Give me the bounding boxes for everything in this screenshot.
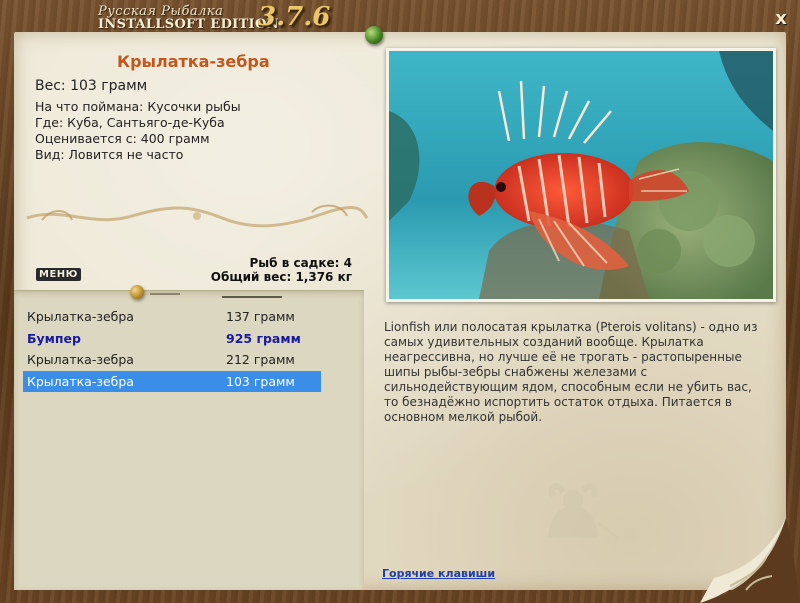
fish-kind: Вид: Ловится не часто	[35, 147, 184, 162]
keepnet-summary: Рыб в садке: 4 Общий вес: 1,376 кг	[211, 256, 352, 284]
keepnet-total-weight: Общий вес: 1,376 кг	[210, 270, 352, 284]
catch-name: Крылатка-зебра	[27, 309, 134, 324]
version-number: 3.7.6	[258, 2, 331, 32]
catch-name: Крылатка-зебра	[27, 352, 134, 367]
fish-weight: Вес: 103 грамм	[35, 78, 148, 94]
catch-list-item[interactable]: Бумпер 925 грамм	[23, 328, 321, 349]
fish-info: На что поймана: Кусочки рыбы Где: Куба, …	[35, 99, 241, 163]
brand-subtitle: INSTALLSOFT EDITION	[98, 17, 279, 32]
title-bar[interactable]: Русская Рыбалка INSTALLSOFT EDITION 3.7.…	[0, 0, 800, 36]
scratch-mark	[150, 293, 180, 295]
catch-list-item[interactable]: Крылатка-зебра 137 грамм	[23, 306, 321, 327]
pushpin-icon	[130, 285, 144, 299]
catch-weight: 137 грамм	[226, 309, 295, 324]
menu-button[interactable]: МЕНЮ	[36, 268, 81, 281]
fish-location: Где: Куба, Сантьяго-де-Куба	[35, 115, 225, 130]
catch-weight: 103 грамм	[226, 374, 295, 389]
keepnet-count: Рыб в садке: 4	[249, 256, 353, 270]
catch-weight: 212 грамм	[226, 352, 295, 367]
fish-title: Крылатка-зебра	[117, 52, 270, 71]
lionfish-photo-icon	[389, 51, 773, 299]
scratch-mark	[222, 296, 282, 298]
catch-weight: 925 грамм	[226, 331, 301, 346]
catch-list-item[interactable]: Крылатка-зебра 212 грамм	[23, 349, 321, 370]
hotkeys-link[interactable]: Горячие клавиши	[382, 567, 495, 580]
close-button[interactable]: x	[770, 8, 792, 30]
catch-name: Крылатка-зебра	[27, 374, 134, 389]
fish-value: Оценивается с: 400 грамм	[35, 131, 210, 146]
pin-icon	[365, 26, 383, 44]
fisherman-watermark-icon	[548, 483, 618, 539]
fish-photo	[386, 48, 776, 302]
catch-name: Бумпер	[27, 331, 81, 346]
page-curl-icon[interactable]	[700, 498, 800, 603]
ornament-divider-icon	[26, 204, 369, 228]
fish-description: Lionfish или полосатая крылатка (Pterois…	[384, 320, 758, 424]
catch-list-item-selected[interactable]: Крылатка-зебра 103 грамм	[23, 371, 321, 392]
fish-bait: На что поймана: Кусочки рыбы	[35, 99, 241, 114]
